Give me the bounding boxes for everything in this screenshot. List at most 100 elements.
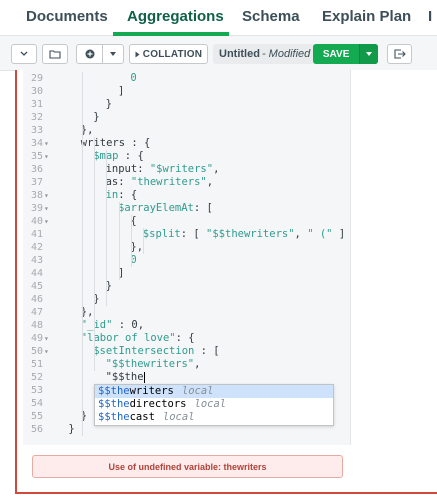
line-number: 54 bbox=[30, 398, 43, 409]
text-cursor bbox=[143, 371, 145, 383]
code-line[interactable]: 45} bbox=[23, 280, 350, 293]
export-button[interactable] bbox=[387, 44, 412, 64]
save-options-button[interactable] bbox=[359, 44, 378, 64]
line-number: 53 bbox=[30, 385, 43, 396]
pipeline-name: Untitled - Modified bbox=[213, 44, 317, 64]
line-number: 44 bbox=[30, 268, 43, 279]
autocomplete-match: $$the bbox=[98, 398, 130, 410]
tab-indexes[interactable]: I bbox=[428, 8, 432, 25]
caret-down-icon bbox=[365, 49, 373, 60]
autocomplete-item[interactable]: $$thewriters local bbox=[95, 385, 333, 398]
fold-toggle-icon[interactable]: ▾ bbox=[44, 150, 49, 163]
code-text: "$$thewriters", bbox=[105, 358, 201, 370]
export-icon bbox=[393, 49, 406, 59]
code-line[interactable]: 44] bbox=[23, 267, 350, 280]
autocomplete-suggestion: writers bbox=[129, 385, 174, 397]
fold-toggle-icon[interactable]: ▾ bbox=[44, 202, 49, 215]
line-number: 42 bbox=[30, 242, 43, 253]
code-line[interactable]: 42}, bbox=[23, 241, 350, 254]
fold-toggle-icon[interactable]: ▾ bbox=[44, 215, 49, 228]
line-number: 55 bbox=[30, 411, 43, 422]
code-line[interactable]: 48 "_id" : 0, bbox=[23, 319, 350, 332]
open-folder-button[interactable] bbox=[42, 44, 68, 64]
code-line[interactable]: 29 0 bbox=[23, 72, 350, 85]
code-line[interactable]: 30] bbox=[23, 85, 350, 98]
code-line[interactable]: 40 ▾{ bbox=[23, 215, 350, 228]
code-text: $setIntersection : [ bbox=[93, 345, 220, 357]
code-text: 0 bbox=[130, 72, 137, 84]
folder-icon bbox=[49, 49, 61, 59]
error-message: Use of undefined variable: thewriters bbox=[32, 455, 343, 478]
code-line[interactable]: 43 0 bbox=[23, 254, 350, 267]
indent-guide bbox=[143, 228, 144, 254]
tab-aggregations[interactable]: Aggregations bbox=[127, 8, 224, 25]
caret-down-icon[interactable] bbox=[103, 51, 123, 57]
plus-circle-icon bbox=[77, 45, 104, 63]
save-button[interactable]: SAVE bbox=[313, 49, 359, 60]
line-number: 45 bbox=[30, 281, 43, 292]
line-number: 31 bbox=[30, 99, 43, 110]
line-number: 41 bbox=[30, 229, 43, 240]
code-line[interactable]: 52 "$$the bbox=[23, 371, 350, 384]
line-number: 49 bbox=[30, 333, 43, 344]
indent-guide bbox=[119, 202, 120, 280]
code-line[interactable]: 38 ▾ in: { bbox=[23, 189, 350, 202]
line-number: 47 bbox=[30, 307, 43, 318]
code-text: writers : { bbox=[80, 137, 151, 149]
line-number: 29 bbox=[30, 73, 43, 84]
pipeline-status: - Modified bbox=[261, 48, 311, 60]
indent-guide bbox=[106, 150, 107, 306]
code-line[interactable]: 37 as: "thewriters", bbox=[23, 176, 350, 189]
code-line[interactable]: 35▾ $map : { bbox=[23, 150, 350, 163]
code-text: } bbox=[105, 98, 112, 110]
line-number: 35 bbox=[30, 151, 43, 162]
line-number: 37 bbox=[30, 177, 43, 188]
code-line[interactable]: 50 ▾ $setIntersection : [ bbox=[23, 345, 350, 358]
caret-right-icon bbox=[135, 51, 140, 58]
autocomplete-suggestion: cast bbox=[129, 411, 155, 423]
code-line[interactable]: 41 $split: [ "$$thewriters", " (" ] bbox=[23, 228, 350, 241]
indent-guide bbox=[94, 137, 95, 371]
code-line[interactable]: 32} bbox=[23, 111, 350, 124]
tab-documents[interactable]: Documents bbox=[26, 8, 108, 25]
tab-bar: Documents Aggregations Schema Explain Pl… bbox=[0, 0, 437, 36]
code-line[interactable]: 51 "$$thewriters", bbox=[23, 358, 350, 371]
code-line[interactable]: 33}, bbox=[23, 124, 350, 137]
chevron-down-icon bbox=[19, 50, 29, 58]
code-line[interactable]: 31} bbox=[23, 98, 350, 111]
code-line[interactable]: 34 ▾ writers : { bbox=[23, 137, 350, 150]
collation-label: COLLATION bbox=[142, 48, 203, 60]
fold-toggle-icon[interactable]: ▾ bbox=[44, 332, 49, 345]
code-text: } bbox=[68, 423, 75, 435]
autocomplete-match: $$the bbox=[98, 411, 130, 423]
add-stage-button[interactable] bbox=[76, 44, 124, 64]
autocomplete-item[interactable]: $$thecast local bbox=[95, 411, 333, 424]
code-line[interactable]: 39 ▾ $arrayElemAt: [ bbox=[23, 202, 350, 215]
code-line[interactable]: 49 ▾ "labor of love": { bbox=[23, 332, 350, 345]
tab-schema[interactable]: Schema bbox=[242, 8, 300, 25]
autocomplete-match: $$the bbox=[98, 385, 130, 397]
collation-button[interactable]: COLLATION bbox=[129, 44, 208, 64]
fold-toggle-icon[interactable]: ▾ bbox=[44, 137, 49, 150]
code-text: in: { bbox=[105, 189, 138, 201]
fold-toggle-icon[interactable]: ▾ bbox=[44, 189, 49, 202]
code-text: "_id" : 0, bbox=[80, 319, 145, 331]
line-number: 33 bbox=[30, 125, 43, 136]
indent-guide bbox=[131, 215, 132, 267]
line-number: 51 bbox=[30, 359, 43, 370]
collapse-button[interactable] bbox=[11, 44, 37, 64]
autocomplete-popup: $$thewriters local $$thedirectors local $$th… bbox=[94, 384, 334, 426]
code-line[interactable]: 46} bbox=[23, 293, 350, 306]
line-number: 43 bbox=[30, 255, 43, 266]
code-line[interactable]: 47}, bbox=[23, 306, 350, 319]
autocomplete-meta: local bbox=[194, 398, 227, 410]
code-text: } bbox=[93, 111, 100, 123]
code-text: $map : { bbox=[93, 150, 144, 162]
code-text: }, bbox=[130, 241, 144, 253]
tab-explain-plan[interactable]: Explain Plan bbox=[322, 8, 411, 25]
fold-toggle-icon[interactable]: ▾ bbox=[44, 345, 49, 358]
code-line[interactable]: 36 input: "$writers", bbox=[23, 163, 350, 176]
line-number: 52 bbox=[30, 372, 43, 383]
code-text: "labor of love": { bbox=[80, 332, 195, 344]
autocomplete-item[interactable]: $$thedirectors local bbox=[95, 398, 333, 411]
